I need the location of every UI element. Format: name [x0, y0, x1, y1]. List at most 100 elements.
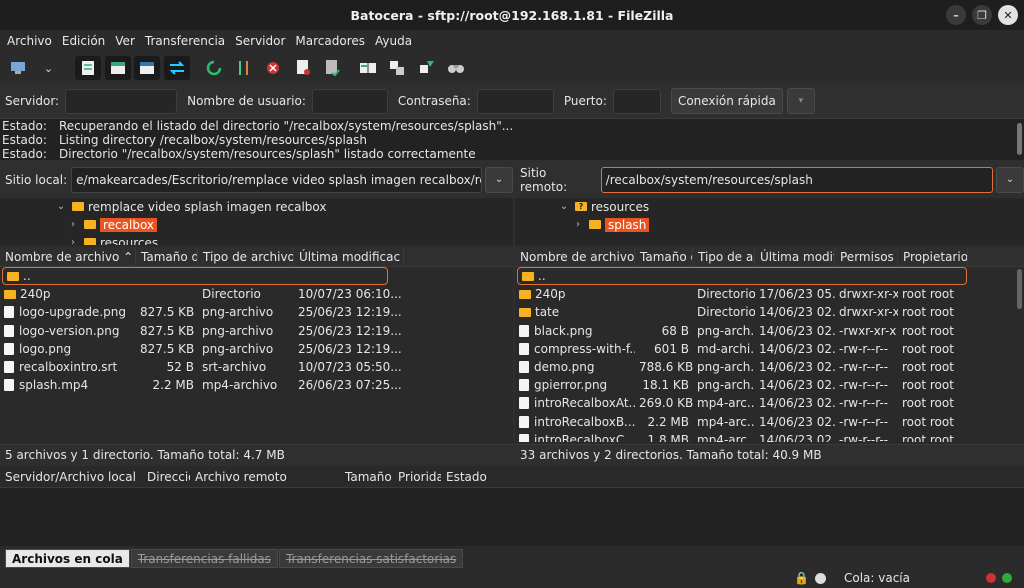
tree-item[interactable]: › recalbox	[66, 216, 158, 233]
menu-marcadores[interactable]: Marcadores	[295, 34, 365, 48]
quickconnect-bar: Servidor: Nombre de usuario: Contraseña:…	[0, 86, 1024, 116]
list-item[interactable]: gpierror.png18.1 KBpng-arch...14/06/23 0…	[515, 376, 1024, 394]
site-manager-icon[interactable]	[6, 56, 32, 80]
remote-scrollbar[interactable]	[1017, 269, 1022, 309]
tree-item[interactable]: › resources	[66, 234, 158, 245]
toolbar: ⌄	[0, 52, 1024, 84]
password-input[interactable]	[476, 88, 554, 114]
search-icon[interactable]	[443, 56, 469, 80]
tree-item[interactable]: ⌄? resources	[557, 198, 649, 215]
refresh-icon[interactable]	[201, 56, 227, 80]
list-item[interactable]: recalboxintro.srt 52 Bsrt-archivo 10/07/23…	[0, 358, 513, 376]
local-path-dropdown[interactable]: ⌄	[485, 166, 513, 193]
port-input[interactable]	[612, 88, 661, 114]
file-icon	[519, 324, 529, 337]
parent-dir-row[interactable]: ..	[2, 267, 388, 286]
col-filename[interactable]: Nombre de archivo ⌃	[0, 247, 136, 266]
menu-ver[interactable]: Ver	[115, 34, 135, 48]
local-path-input[interactable]: e/makearcades/Escritorio/remplace video …	[71, 166, 483, 193]
remote-path-dropdown[interactable]: ⌄	[996, 166, 1024, 193]
transfer-queue: Servidor/Archivo local Direcció Archivo …	[0, 466, 1024, 546]
dropdown-icon[interactable]: ⌄	[36, 56, 62, 80]
folder-icon	[72, 202, 84, 211]
toggle-remote-tree-icon[interactable]	[134, 56, 160, 80]
local-site-label: Sitio local:	[5, 172, 68, 187]
col-size[interactable]: Tamaño d	[635, 247, 693, 266]
col-priority[interactable]: Priorida	[393, 470, 441, 484]
toggle-log-icon[interactable]	[75, 56, 101, 80]
col-size[interactable]: Tamaño de	[136, 247, 198, 266]
remote-list-header: Nombre de archivo ↗ Tamaño d Tipo de ar …	[515, 247, 1024, 267]
col-direction[interactable]: Direcció	[142, 470, 190, 484]
list-item[interactable]: compress-with-f...601 Bmd-archi...14/06/…	[515, 340, 1024, 358]
tab-failed[interactable]: Transferencias fallidas	[130, 549, 278, 568]
username-input[interactable]	[311, 88, 388, 114]
tree-item[interactable]: › splash	[571, 216, 650, 233]
menu-edicion[interactable]: Edición	[62, 34, 105, 48]
local-file-list: .. 240p Directorio 10/07/23 06:10... logo-u…	[0, 267, 513, 442]
list-item[interactable]: 240p Directorio 10/07/23 06:10...	[0, 285, 513, 303]
list-item[interactable]: introRecalboxC... 1.8 MB mp4-arc... 14/06/2…	[515, 431, 1024, 442]
list-item[interactable]: demo.png788.6 KBpng-arch...14/06/23 02..…	[515, 358, 1024, 376]
col-filename[interactable]: Nombre de archivo ↗	[515, 247, 635, 266]
col-size[interactable]: Tamaño	[340, 470, 393, 484]
list-item[interactable]: introRecalboxAt... 269.0 KB mp4-arc... 14/0…	[515, 394, 1024, 412]
file-icon	[519, 397, 529, 410]
menu-bar: Archivo Edición Ver Transferencia Servid…	[0, 30, 1024, 52]
folder-icon	[519, 307, 531, 317]
password-label: Contraseña:	[397, 94, 471, 108]
tab-queued[interactable]: Archivos en cola	[5, 549, 130, 568]
list-item[interactable]: logo.png 827.5 KB png-archivo 25/06/23 12:1…	[0, 340, 513, 358]
menu-ayuda[interactable]: Ayuda	[375, 34, 412, 48]
message-log: Estado: Recuperando el listado del direct…	[0, 118, 1024, 160]
col-status[interactable]: Estado	[441, 470, 521, 484]
local-pane: Sitio local: e/makearcades/Escritorio/re…	[0, 161, 513, 464]
remote-path-input[interactable]: /recalbox/system/resources/splash	[600, 166, 994, 193]
close-button[interactable]: ✕	[998, 5, 1018, 25]
list-item[interactable]: introRecalboxB... 2.2 MB mp4-arc... 14/06/2…	[515, 413, 1024, 431]
list-item[interactable]: black.png68 Bpng-arch...14/06/23 02...-r…	[515, 322, 1024, 340]
col-modified[interactable]: Última modifi	[755, 247, 835, 266]
tab-successful[interactable]: Transferencias satisfactorias	[278, 549, 464, 568]
filter-icon[interactable]	[414, 56, 440, 80]
menu-servidor[interactable]: Servidor	[235, 34, 285, 48]
remote-site-bar: Sitio remoto: /recalbox/system/resources…	[515, 161, 1024, 198]
reconnect-icon[interactable]	[319, 56, 345, 80]
file-icon	[4, 379, 14, 392]
col-type[interactable]: Tipo de ar	[693, 247, 755, 266]
col-permissions[interactable]: Permisos	[835, 247, 898, 266]
speed-limit-icon[interactable]	[814, 572, 826, 584]
col-modified[interactable]: Última modificac	[294, 247, 404, 266]
file-icon	[519, 342, 529, 355]
folder-icon	[4, 289, 16, 299]
menu-transferencia[interactable]: Transferencia	[145, 34, 225, 48]
list-item[interactable]: 240p Directorio 17/06/23 05... drwxr-xr-x ro…	[515, 285, 1024, 303]
tree-item[interactable]: ⌄ remplace video splash imagen recalbox	[54, 198, 327, 215]
col-owner[interactable]: Propietario,	[898, 247, 968, 266]
sync-browse-icon[interactable]	[384, 56, 410, 80]
minimize-button[interactable]: –	[946, 5, 966, 25]
list-item[interactable]: logo-version.png 827.5 KB png-archivo 25/06…	[0, 322, 513, 340]
col-remote-file[interactable]: Archivo remoto	[190, 470, 340, 484]
list-item[interactable]: logo-upgrade.png 827.5 KB png-archivo 25/06…	[0, 303, 513, 321]
parent-dir-row[interactable]: ..	[517, 267, 967, 286]
folder-icon	[589, 220, 601, 229]
quickconnect-button[interactable]: Conexión rápida	[670, 88, 783, 114]
list-item[interactable]: tate Directorio 14/06/23 02... drwxr-xr-x ro…	[515, 303, 1024, 321]
disconnect-icon[interactable]	[290, 56, 316, 80]
col-type[interactable]: Tipo de archivo	[198, 247, 294, 266]
process-queue-icon[interactable]	[231, 56, 257, 80]
quickconnect-dropdown[interactable]: ▾	[786, 88, 815, 114]
log-scrollbar[interactable]	[1017, 123, 1022, 155]
list-item[interactable]: splash.mp4 2.2 MB mp4-archivo 26/06/23 07:2…	[0, 376, 513, 394]
dir-compare-icon[interactable]	[355, 56, 381, 80]
toggle-local-tree-icon[interactable]	[104, 56, 131, 80]
server-input[interactable]	[65, 88, 178, 114]
folder-icon	[7, 271, 19, 281]
menu-archivo[interactable]: Archivo	[7, 34, 52, 48]
maximize-button[interactable]: ❐	[972, 5, 992, 25]
col-local-file[interactable]: Servidor/Archivo local	[0, 470, 142, 484]
toggle-queue-icon[interactable]	[163, 56, 190, 80]
username-label: Nombre de usuario:	[187, 94, 306, 108]
cancel-icon[interactable]	[260, 56, 286, 80]
